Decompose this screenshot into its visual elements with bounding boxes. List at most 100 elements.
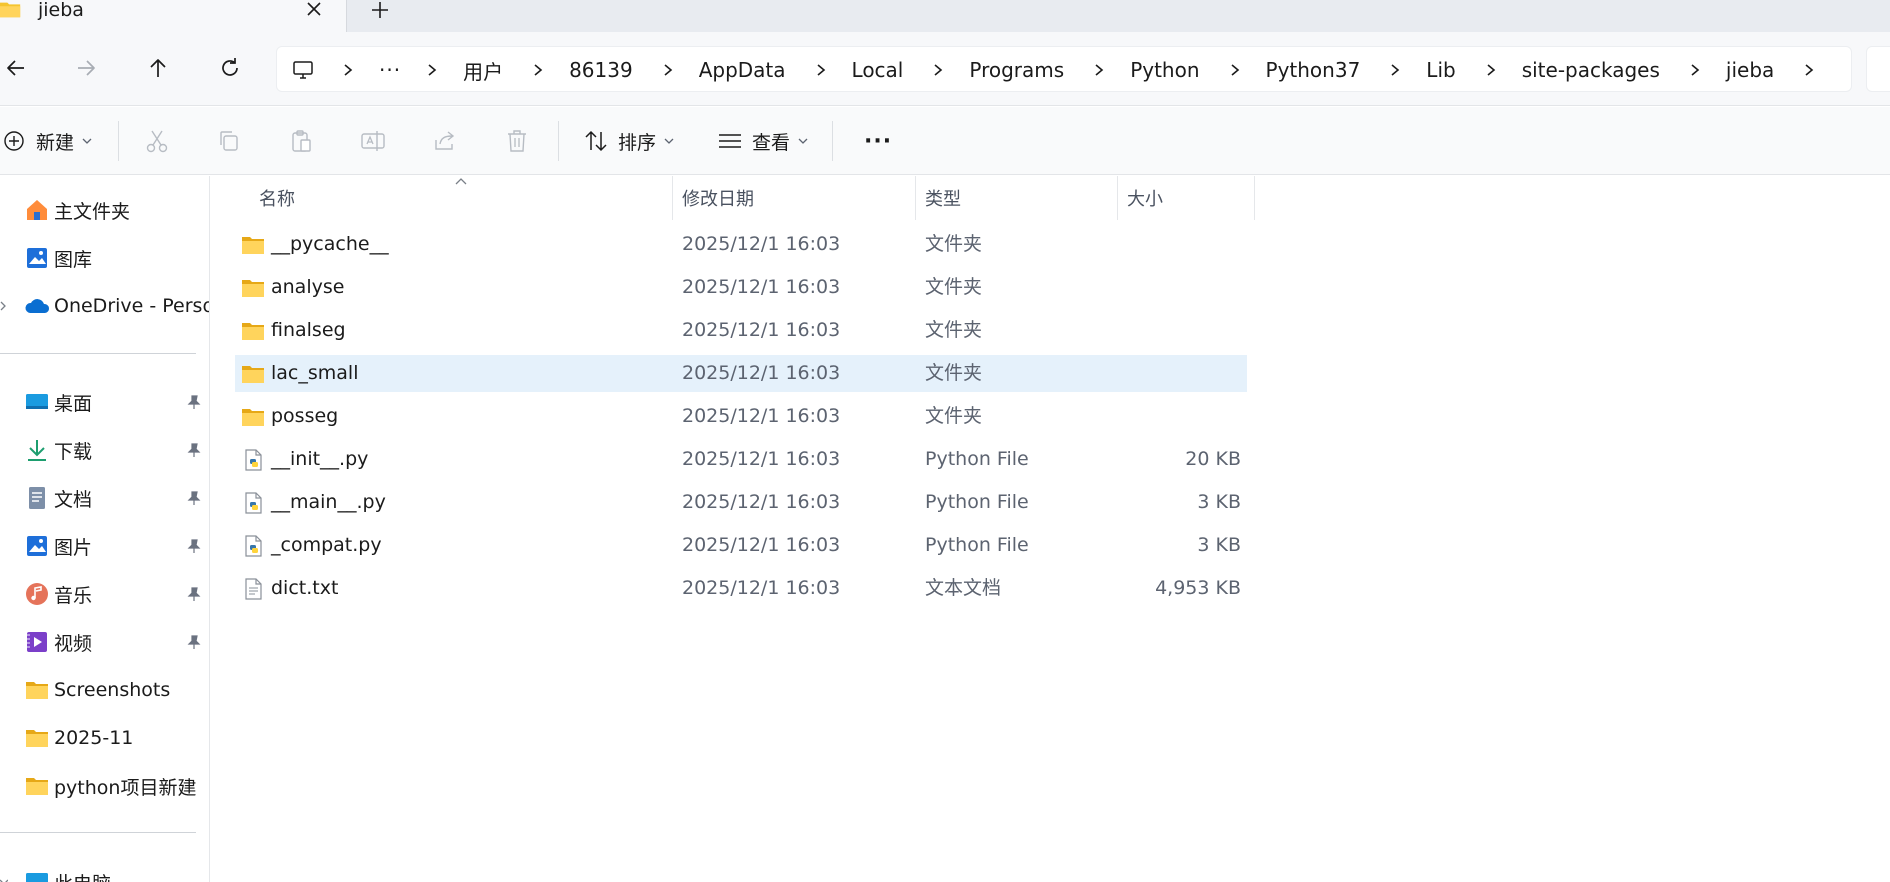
separator: [832, 121, 833, 161]
sort-ascending-icon: [455, 178, 467, 185]
breadcrumb-item[interactable]: Python37: [1266, 58, 1361, 82]
table-row[interactable]: __main__.py 2025/12/1 16:03 Python File 3 K…: [235, 484, 1247, 521]
file-name: __main__.py: [271, 491, 386, 513]
sidebar-item-downloads[interactable]: 下载: [0, 428, 209, 472]
sidebar-item-label: 2025-11: [54, 727, 134, 749]
sidebar-item-this-pc[interactable]: 此电脑: [0, 860, 209, 882]
sidebar-item-music[interactable]: 音乐: [0, 572, 209, 616]
chevron-right-icon[interactable]: [341, 63, 355, 77]
command-bar: 新建 排序 查看 ···: [0, 107, 1890, 175]
sidebar-item-home[interactable]: 主文件夹: [0, 188, 209, 232]
table-row[interactable]: posseg 2025/12/1 16:03 文件夹: [235, 398, 1247, 435]
chevron-right-icon[interactable]: [1688, 63, 1702, 77]
table-row[interactable]: __init__.py 2025/12/1 16:03 Python File 20 …: [235, 441, 1247, 478]
pin-icon[interactable]: [186, 394, 202, 410]
breadcrumb-item[interactable]: Programs: [969, 58, 1064, 82]
chevron-right-icon[interactable]: [1092, 63, 1106, 77]
sidebar-item-documents[interactable]: 文档: [0, 476, 209, 520]
address-bar[interactable]: ··· 用户 86139 AppData Local Programs Pyth…: [276, 46, 1852, 92]
cut-button[interactable]: [143, 107, 171, 175]
sort-button[interactable]: 排序: [582, 107, 674, 175]
chevron-right-icon[interactable]: [814, 63, 828, 77]
tab-jieba[interactable]: jieba: [0, 0, 347, 32]
chevron-right-icon[interactable]: [1388, 63, 1402, 77]
sidebar-item-label: 图片: [54, 536, 93, 559]
column-divider[interactable]: [1254, 176, 1255, 220]
folder-icon: [242, 366, 264, 383]
chevron-right-icon[interactable]: [1802, 63, 1816, 77]
chevron-right-icon[interactable]: [661, 63, 675, 77]
videos-icon: [24, 629, 50, 655]
pin-icon[interactable]: [186, 586, 202, 602]
chevron-right-icon[interactable]: [1228, 63, 1242, 77]
view-button[interactable]: 查看: [716, 107, 808, 175]
sidebar-item-screenshots[interactable]: Screenshots: [0, 668, 209, 712]
folder-icon: [24, 725, 50, 751]
gallery-icon: [24, 245, 50, 271]
file-type: 文本文档: [925, 577, 1002, 599]
column-header-name[interactable]: 名称: [259, 176, 295, 220]
breadcrumb-item[interactable]: Lib: [1426, 58, 1455, 82]
column-header-modified[interactable]: 修改日期: [682, 176, 754, 220]
share-button[interactable]: [431, 107, 459, 175]
table-row[interactable]: analyse 2025/12/1 16:03 文件夹: [235, 269, 1247, 306]
column-header-type[interactable]: 类型: [925, 176, 961, 220]
forward-button[interactable]: [70, 52, 102, 84]
sidebar-item-pictures[interactable]: 图片: [0, 524, 209, 568]
breadcrumb-item[interactable]: site-packages: [1522, 58, 1660, 82]
chevron-right-icon[interactable]: [1484, 63, 1498, 77]
folder-icon: [242, 280, 264, 297]
breadcrumb-item[interactable]: 86139: [569, 58, 633, 82]
plus-icon[interactable]: [368, 0, 392, 22]
chevron-right-icon[interactable]: [531, 63, 545, 77]
sidebar-item-desktop[interactable]: 桌面: [0, 380, 209, 424]
up-button[interactable]: [142, 52, 174, 84]
column-divider[interactable]: [1117, 176, 1118, 220]
table-row[interactable]: lac_small 2025/12/1 16:03 文件夹: [235, 355, 1247, 392]
sidebar-divider: [0, 832, 196, 833]
chevron-down-icon[interactable]: [0, 877, 8, 882]
sidebar-item-onedrive[interactable]: OneDrive - Persor: [0, 284, 209, 328]
chevron-right-icon[interactable]: [931, 63, 945, 77]
table-row[interactable]: __pycache__ 2025/12/1 16:03 文件夹: [235, 226, 1247, 263]
sidebar-item-python-project[interactable]: python项目新建: [0, 764, 209, 808]
list-view-icon: [716, 127, 744, 155]
rename-button[interactable]: [359, 107, 387, 175]
copy-button[interactable]: [215, 107, 243, 175]
pin-icon[interactable]: [186, 442, 202, 458]
close-icon[interactable]: [304, 0, 324, 19]
pin-icon[interactable]: [186, 538, 202, 554]
table-row[interactable]: _compat.py 2025/12/1 16:03 Python File 3 KB: [235, 527, 1247, 564]
delete-button[interactable]: [503, 107, 531, 175]
more-options-button[interactable]: ···: [856, 107, 892, 175]
file-modified: 2025/12/1 16:03: [682, 405, 841, 427]
breadcrumb-item-current[interactable]: jieba: [1726, 58, 1774, 82]
sidebar-item-label: 音乐: [54, 584, 93, 607]
column-header-size[interactable]: 大小: [1127, 176, 1163, 220]
column-divider[interactable]: [672, 176, 673, 220]
column-header-label: 类型: [925, 189, 961, 210]
table-row[interactable]: dict.txt 2025/12/1 16:03 文本文档 4,953 KB: [235, 570, 1247, 607]
back-button[interactable]: [0, 52, 32, 84]
breadcrumb-item[interactable]: AppData: [699, 58, 786, 82]
chevron-right-icon[interactable]: [425, 63, 439, 77]
this-pc-icon[interactable]: [291, 58, 315, 82]
sidebar-item-2025-11[interactable]: 2025-11: [0, 716, 209, 760]
sidebar-item-gallery[interactable]: 图库: [0, 236, 209, 280]
chevron-right-icon[interactable]: [0, 301, 8, 311]
column-divider[interactable]: [915, 176, 916, 220]
column-header-label: 名称: [259, 189, 295, 210]
paste-button[interactable]: [287, 107, 315, 175]
table-row[interactable]: finalseg 2025/12/1 16:03 文件夹: [235, 312, 1247, 349]
breadcrumb-overflow[interactable]: ···: [379, 60, 401, 80]
sidebar-item-videos[interactable]: 视频: [0, 620, 209, 664]
pin-icon[interactable]: [186, 490, 202, 506]
breadcrumb-item[interactable]: 用户: [463, 56, 503, 85]
pin-icon[interactable]: [186, 634, 202, 650]
breadcrumb-item[interactable]: Python: [1130, 58, 1199, 82]
breadcrumb-item[interactable]: Local: [852, 58, 904, 82]
refresh-button[interactable]: [214, 52, 246, 84]
new-button[interactable]: 新建: [0, 107, 92, 175]
chevron-down-icon: [82, 138, 92, 144]
search-box[interactable]: [1866, 46, 1890, 92]
